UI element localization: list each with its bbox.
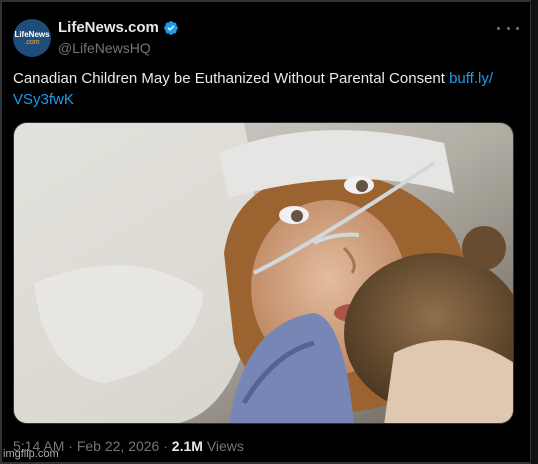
views-count: 2.1M [171,438,203,454]
meta-separator: · [68,438,73,454]
author-display-name[interactable]: LifeNews.com [58,19,159,36]
tweet-link-part2: VSy3fwK [13,91,74,108]
author-handle[interactable]: @LifeNewsHQ [58,40,151,56]
avatar-logo-text: LifeNews [14,29,50,39]
tweet-media-photo[interactable] [13,122,514,424]
avatar[interactable]: LifeNews .com [13,19,51,57]
verified-badge-icon [164,20,178,35]
tweet-body: Canadian Children May be Euthanized With… [13,70,450,87]
more-horizontal-icon[interactable] [497,21,519,35]
tweet-link-part1: buff.ly/ [449,70,494,87]
tweet-text: Canadian Children May be Euthanized With… [13,68,513,110]
watermark: imgflip.com [3,448,59,460]
author-name-row: LifeNews.com [58,19,179,36]
views-label: Views [206,438,244,454]
avatar-logo-suffix: .com [24,38,40,46]
scrollbar-track[interactable] [530,0,538,464]
meta-separator-2: · [163,438,168,454]
photo-child-in-hospital-bed [14,123,513,423]
tweet-date[interactable]: Feb 22, 2026 [77,438,160,454]
